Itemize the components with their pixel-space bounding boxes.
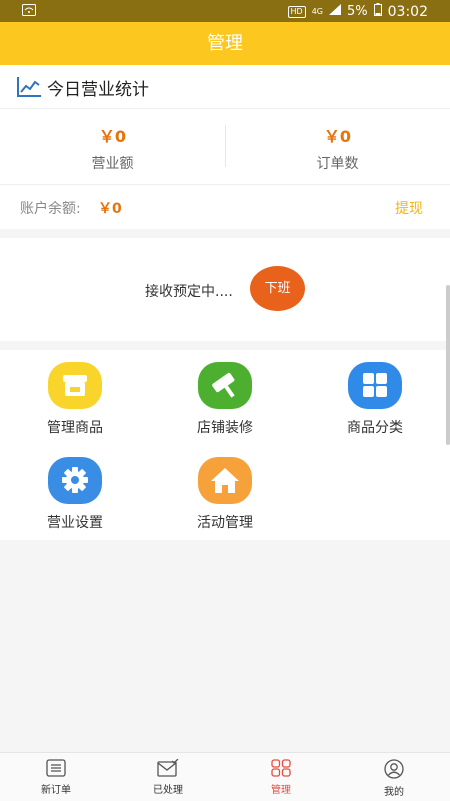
stats-row: ￥0 营业额 ￥0 订单数 (0, 109, 450, 185)
nav-label: 新订单 (41, 785, 71, 796)
category-grid-icon (348, 362, 402, 409)
grid-item-label: 商品分类 (347, 420, 403, 436)
revenue-stat: ￥0 营业额 (0, 123, 225, 173)
paint-roller-icon (198, 362, 252, 409)
nav-label: 已处理 (153, 785, 183, 796)
nav-label: 管理 (271, 785, 291, 796)
receiving-card: 接收预定中.... (0, 238, 450, 341)
revenue-label: 营业额 (91, 156, 134, 172)
network-type: 4G (311, 6, 324, 16)
processed-icon (157, 758, 179, 777)
battery-percent: 5% (347, 4, 368, 19)
orders-value: ￥0 (323, 127, 352, 146)
nav-item-processed[interactable]: 已处理 (112, 753, 224, 801)
balance-value: ￥0 (98, 201, 122, 217)
grid-item-label: 营业设置 (47, 515, 103, 531)
signal-icon (329, 4, 342, 19)
today-stats-header: 今日营业统计 (0, 65, 450, 109)
withdraw-link[interactable]: 提现 (395, 198, 423, 218)
edge-panel-handle[interactable] (446, 285, 450, 445)
grid-item-activity-management[interactable]: 活动管理 (150, 457, 300, 532)
grid-item-label: 管理商品 (47, 420, 103, 436)
grid-item-label: 活动管理 (197, 515, 253, 531)
orders-stat: ￥0 订单数 (225, 123, 450, 173)
gear-icon (48, 457, 102, 504)
function-grid: 管理商品 店铺装修 商品分类 营业设置 活动管理 (0, 350, 450, 540)
off-duty-button[interactable]: 下班 (250, 266, 305, 311)
profile-icon (384, 759, 404, 779)
nav-item-new-orders[interactable]: 新订单 (0, 753, 112, 801)
orders-label: 订单数 (316, 156, 359, 172)
grid-item-manage-products[interactable]: 管理商品 (0, 362, 150, 437)
line-chart-icon (16, 76, 42, 102)
balance-label: 账户余额: (20, 201, 81, 217)
nav-item-manage[interactable]: 管理 (225, 753, 337, 801)
nav-item-profile[interactable]: 我的 (338, 753, 450, 801)
nav-label: 我的 (384, 787, 404, 798)
today-stats-title: 今日营业统计 (47, 80, 149, 100)
receiving-status: 接收预定中.... (145, 284, 233, 300)
bottom-nav: 新订单 已处理 管理 我的 (0, 752, 450, 801)
clock: 03:02 (387, 3, 428, 20)
balance-row: 账户余额: ￥0 提现 (0, 185, 450, 229)
notification-icon (22, 4, 36, 20)
hd-badge: HD (287, 5, 306, 18)
grid-item-business-settings[interactable]: 营业设置 (0, 457, 150, 532)
revenue-value: ￥0 (98, 127, 127, 146)
manage-icon (271, 759, 291, 777)
battery-icon (373, 3, 382, 20)
home-icon (198, 457, 252, 504)
status-bar: HD 4G 5% 03:02 (0, 0, 450, 22)
grid-item-product-category[interactable]: 商品分类 (300, 362, 450, 437)
page-title: 管理 (0, 22, 450, 65)
store-icon (48, 362, 102, 409)
grid-item-label: 店铺装修 (197, 420, 253, 436)
new-orders-icon (46, 759, 66, 777)
grid-item-shop-decoration[interactable]: 店铺装修 (150, 362, 300, 437)
